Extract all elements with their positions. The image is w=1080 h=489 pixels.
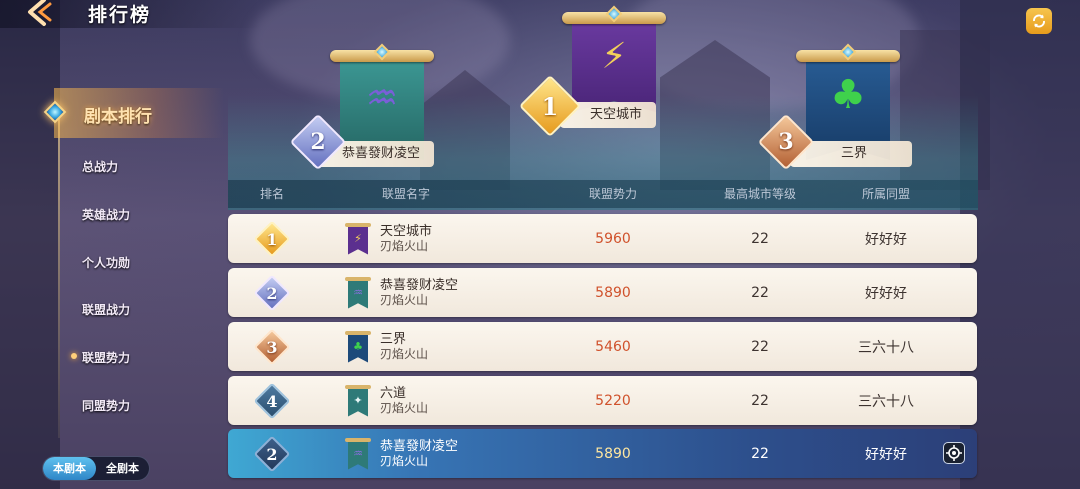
table-header: 排名 联盟名字 联盟势力 最高城市等级 所属同盟 xyxy=(228,180,978,208)
header-league: 所属同盟 xyxy=(861,187,911,201)
scope-toggle: 本剧本 全剧本 xyxy=(42,456,150,481)
alliance-name: 三界 xyxy=(380,331,407,347)
alliance-influence-value: 5460 xyxy=(595,338,631,355)
alliance-flag-icon: ♒ xyxy=(345,437,371,470)
alliance-name: 恭喜發财凌空 xyxy=(380,277,459,293)
sidebar-item-hero-power[interactable]: 英雄战力 xyxy=(82,206,130,223)
podium-emblem-1-icon: ⚡ xyxy=(601,36,627,77)
back-arrow-icon xyxy=(28,0,52,26)
alliance-flag-icon: ✦ xyxy=(345,384,371,417)
rank-2-badge-icon: 2 xyxy=(289,113,347,171)
server-name: 刃焰火山 xyxy=(380,400,429,415)
rank-3-icon: 3 xyxy=(253,328,291,366)
server-name: 刃焰火山 xyxy=(380,453,429,468)
server-name: 刃焰火山 xyxy=(380,292,429,307)
table-row[interactable]: 4 ✦ 六道 刃焰火山 5220 22 三六十八 xyxy=(228,376,977,425)
alliance-influence-value: 5220 xyxy=(595,392,631,409)
header-alliance-influence: 联盟势力 xyxy=(588,187,638,201)
sidebar-item-total-power[interactable]: 总战力 xyxy=(82,158,118,175)
rank-3-badge-icon: 3 xyxy=(757,113,815,171)
city-level-value: 22 xyxy=(751,445,769,462)
alliance-influence-value: 5890 xyxy=(595,445,631,462)
refresh-icon xyxy=(1033,14,1045,28)
locate-button[interactable] xyxy=(943,442,965,464)
alliance-flag-icon: ⚡ xyxy=(345,222,371,255)
refresh-button[interactable] xyxy=(1026,8,1052,34)
header-alliance-name: 联盟名字 xyxy=(381,187,431,201)
podium-emblem-3-icon: ♣ xyxy=(830,72,866,118)
table-row[interactable]: 2 ♒ 恭喜發财凌空 刃焰火山 5890 22 好好好 xyxy=(228,268,977,317)
sidebar-item-alliance-influence[interactable]: 联盟势力 xyxy=(82,349,130,366)
server-name: 刃焰火山 xyxy=(380,346,429,361)
alliance-flag-icon: ♒ xyxy=(345,276,371,309)
locate-icon xyxy=(946,445,962,461)
header-max-city-level: 最高城市等级 xyxy=(723,187,797,201)
sidebar-item-personal-merit[interactable]: 个人功勋 xyxy=(82,254,130,271)
back-button[interactable] xyxy=(20,0,60,28)
table-row[interactable]: 3 ♣ 三界 刃焰火山 5460 22 三六十八 xyxy=(228,322,977,371)
league-name: 三六十八 xyxy=(858,339,914,356)
city-level-value: 22 xyxy=(751,338,769,355)
podium-emblem-2-icon: ♒ xyxy=(365,78,399,119)
table-row[interactable]: 1 ⚡ 天空城市 刃焰火山 5960 22 好好好 xyxy=(228,214,977,263)
alliance-name: 六道 xyxy=(380,385,407,401)
city-level-value: 22 xyxy=(751,230,769,247)
scope-all-button[interactable]: 全剧本 xyxy=(96,457,149,480)
selected-dot-icon xyxy=(71,353,77,359)
league-name: 好好好 xyxy=(865,231,907,248)
alliance-influence-value: 5960 xyxy=(595,230,631,247)
rank-1-icon: 1 xyxy=(253,220,291,258)
league-name: 好好好 xyxy=(865,285,907,302)
header-rank: 排名 xyxy=(259,187,285,201)
rank-4-icon: 4 xyxy=(253,382,291,420)
server-name: 刃焰火山 xyxy=(380,238,429,253)
my-rank-icon: 2 xyxy=(253,435,291,473)
my-alliance-row[interactable]: 2 ♒ 恭喜發财凌空 刃焰火山 5890 22 好好好 xyxy=(228,429,977,478)
league-name: 三六十八 xyxy=(858,393,914,410)
podium-banner-1: ⚡ xyxy=(562,5,666,112)
rank-2-icon: 2 xyxy=(253,274,291,312)
city-level-value: 22 xyxy=(751,392,769,409)
rank-1-badge-icon: 1 xyxy=(518,74,582,138)
sidebar-divider xyxy=(58,118,60,438)
scope-current-button[interactable]: 本剧本 xyxy=(43,457,96,480)
city-level-value: 22 xyxy=(751,284,769,301)
sidebar-active-label: 剧本排行 xyxy=(84,107,152,127)
page-title: 排行榜 xyxy=(88,4,152,26)
sidebar-item-league-influence[interactable]: 同盟势力 xyxy=(82,397,130,414)
sidebar-item-alliance-power[interactable]: 联盟战力 xyxy=(82,301,130,318)
sidebar: 剧本排行 总战力 英雄战力 个人功勋 联盟战力 联盟势力 同盟势力 xyxy=(0,80,224,440)
alliance-name: 恭喜發财凌空 xyxy=(380,438,459,454)
league-name: 好好好 xyxy=(865,446,907,463)
alliance-influence-value: 5890 xyxy=(595,284,631,301)
alliance-flag-icon: ♣ xyxy=(345,330,371,363)
alliance-name: 天空城市 xyxy=(380,223,433,239)
